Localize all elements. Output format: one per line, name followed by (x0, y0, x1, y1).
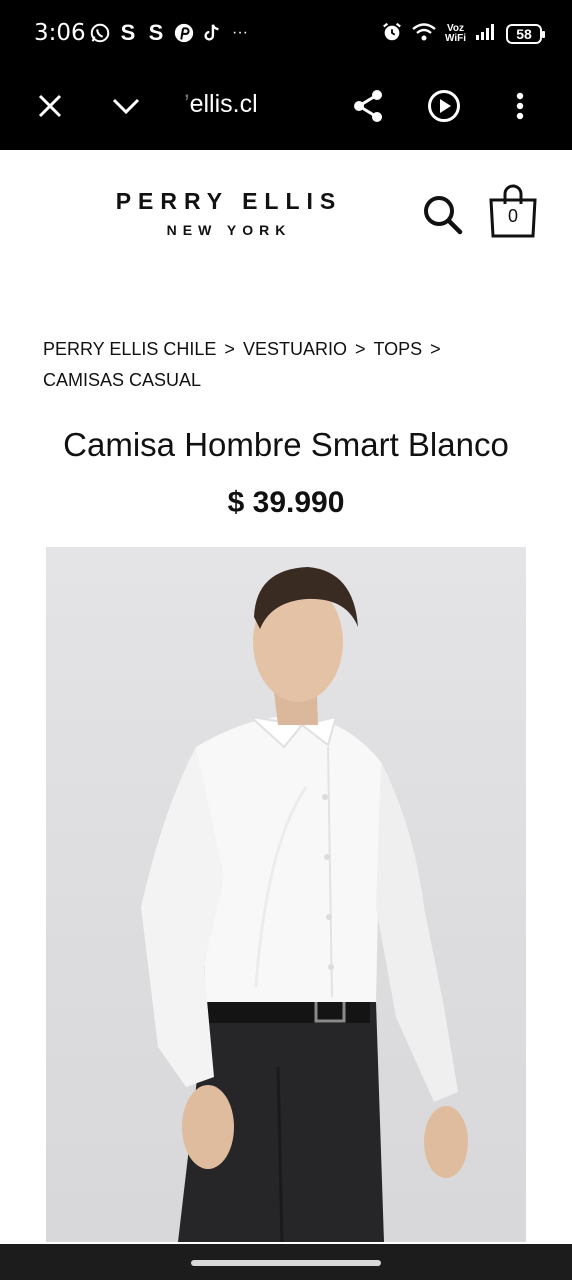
breadcrumb: PERRY ELLIS CHILE > VESTUARIO > TOPS > CAMISAS… (43, 334, 513, 396)
wifi-icon (411, 21, 437, 48)
status-time: 3:06 (34, 20, 86, 46)
breadcrumb-separator: > (430, 339, 441, 359)
breadcrumb-item[interactable]: CAMISAS CASUAL (43, 370, 201, 390)
product-price: $ 39.990 (227, 486, 345, 519)
breadcrumb-item[interactable]: TOPS (373, 339, 422, 359)
breadcrumb-item[interactable]: VESTUARIO (243, 339, 347, 359)
play-icon (428, 90, 460, 122)
brand-logo[interactable]: PERRY ELLIS NEW YORK (104, 188, 354, 238)
home-gesture-handle[interactable] (191, 1260, 381, 1266)
breadcrumb-separator: > (224, 339, 235, 359)
cart-count: 0 (507, 206, 518, 226)
url-domain: ellis.cl (189, 90, 258, 118)
system-icons: Voz WiFi 58 (381, 20, 545, 48)
model-photo (141, 567, 468, 1242)
chevron-down-icon (112, 98, 140, 115)
browser-toolbar: ’ellis.cl (0, 66, 572, 150)
breadcrumb-separator: > (354, 339, 366, 359)
status-bar: 3:06 S S ··· Voz WiFi 58 (0, 0, 572, 66)
cart-button[interactable]: 0 (487, 184, 539, 240)
close-icon (38, 94, 62, 118)
search-icon (424, 196, 463, 235)
share-button[interactable] (346, 84, 390, 128)
more-vert-icon (516, 92, 524, 120)
alarm-icon (381, 21, 403, 48)
tiktok-icon (200, 21, 224, 45)
whatsapp-icon (88, 21, 112, 45)
wifi-label: WiFi (444, 33, 466, 44)
expand-button[interactable] (104, 84, 148, 128)
more-notifications: ··· (232, 24, 248, 41)
menu-button[interactable] (498, 84, 542, 128)
play-button[interactable] (422, 84, 466, 128)
site-header: PERRY ELLIS NEW YORK 0 (0, 150, 572, 270)
s-app-icon: S (120, 20, 136, 45)
battery-icon: 58 (506, 24, 545, 44)
logo-sub: NEW YORK (166, 222, 292, 238)
notification-icons: S S ··· (88, 20, 248, 46)
url-text[interactable]: ’ellis.cl (184, 90, 334, 119)
voz-wifi-icon: Voz WiFi (445, 24, 466, 44)
close-button[interactable] (28, 84, 72, 128)
product-title: Camisa Hombre Smart Blanco (63, 426, 509, 463)
navigation-bar (0, 1244, 572, 1280)
search-button[interactable] (420, 192, 466, 238)
breadcrumb-item[interactable]: PERRY ELLIS CHILE (43, 339, 216, 359)
pinterest-icon (172, 21, 196, 45)
logo-main: PERRY ELLIS (115, 188, 343, 214)
product-image[interactable] (46, 547, 526, 1242)
signal-icon (474, 22, 498, 47)
share-icon (354, 90, 382, 122)
s-app-icon: S (148, 20, 164, 45)
